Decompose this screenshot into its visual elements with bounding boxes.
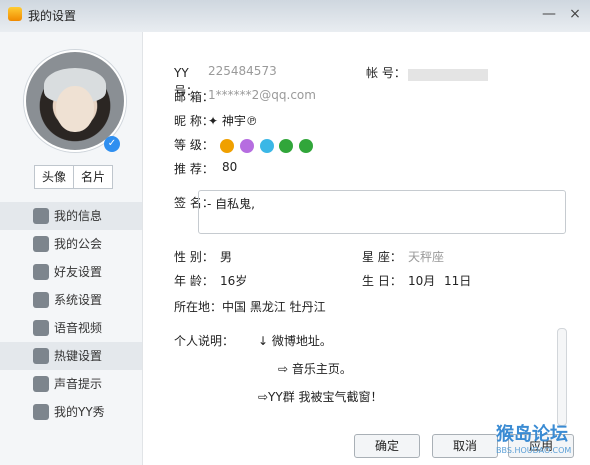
gear-icon [33, 292, 49, 308]
birthday-month: 10月 [408, 274, 436, 288]
watermark-logo: 猴岛论坛 [496, 424, 568, 445]
ok-button[interactable]: 确定 [354, 434, 420, 458]
id-card-icon [33, 208, 49, 224]
level-badges [220, 138, 315, 153]
age-label: 年 龄： [174, 274, 214, 288]
description-line: ↓ 微博地址。 [258, 334, 332, 348]
account-value-mask [408, 67, 488, 81]
profile-panel: YY 号： 225484573 帐 号： 邮 箱： 1******2@qq.co… [142, 32, 590, 465]
account-label: 帐 号： [366, 66, 406, 80]
sidebar-item-my-info[interactable]: 我的信息 [0, 202, 142, 230]
close-button[interactable]: × [566, 6, 584, 22]
settings-menu: 我的信息 我的公会 好友设置 系统设置 语音视频 热键设置 声音提示 我的YY秀 [0, 202, 142, 426]
signature-field[interactable]: - 自私鬼, [198, 190, 566, 234]
shield-badge-icon [239, 138, 254, 153]
birthday-day: 11日 [444, 274, 472, 288]
location-label: 所在地： [174, 300, 223, 314]
description-label: 个人说明： [174, 334, 235, 348]
flag-icon [33, 236, 49, 252]
mic-icon [33, 320, 49, 336]
cancel-button[interactable]: 取消 [432, 434, 498, 458]
star-label: 星 座： [362, 250, 402, 264]
diamond-icon [259, 138, 274, 153]
level-label: 等 级： [174, 138, 214, 152]
music-note-icon [33, 376, 49, 392]
sidebar-item-hotkeys[interactable]: 热键设置 [0, 342, 142, 370]
window-title: 我的设置 [28, 9, 77, 23]
avatar-card-tabs: 头像 名片 [34, 165, 113, 189]
tab-avatar[interactable]: 头像 [35, 166, 74, 188]
gender-value: 男 [220, 250, 233, 264]
location-value: 中国 黑龙江 牡丹江 [222, 300, 326, 314]
watermark-url: BBS.HOUDAO.COM [496, 446, 572, 455]
app-icon [8, 7, 22, 21]
description-scrollbar[interactable] [557, 328, 567, 426]
star-value: 天秤座 [408, 250, 445, 264]
description-line: ⇨YY群 我被宝气截窗！ [258, 390, 383, 404]
sidebar-item-system[interactable]: 系统设置 [0, 286, 142, 314]
gender-label: 性 别： [174, 250, 214, 264]
sidebar-item-yy-show[interactable]: 我的YY秀 [0, 398, 142, 426]
sidebar: ✓ 头像 名片 我的信息 我的公会 好友设置 系统设置 语音视频 热键设置 声音… [0, 32, 143, 465]
recommend-label: 推 荐： [174, 162, 214, 176]
shirt-icon [33, 404, 49, 420]
yy-value: 225484573 [208, 64, 277, 78]
recommend-value: 80 [222, 160, 238, 174]
birthday-label: 生 日： [362, 274, 402, 288]
nickname-value: ✦ 神宇℗ [208, 114, 258, 128]
leaf-icon [279, 138, 294, 153]
crown-icon [220, 138, 234, 153]
tab-card[interactable]: 名片 [74, 166, 112, 188]
friends-icon [33, 264, 49, 280]
keyboard-icon [33, 348, 49, 364]
sidebar-item-sound[interactable]: 声音提示 [0, 370, 142, 398]
email-value: 1******2@qq.com [208, 88, 316, 102]
title-bar: 我的设置 — × [0, 0, 590, 32]
age-value: 16岁 [220, 274, 248, 288]
sidebar-item-friends[interactable]: 好友设置 [0, 258, 142, 286]
avatar-face [56, 86, 94, 132]
verified-icon: ✓ [104, 136, 120, 152]
sidebar-item-voice-video[interactable]: 语音视频 [0, 314, 142, 342]
description-line: ⇨ 音乐主页。 [278, 362, 352, 376]
minimize-button[interactable]: — [540, 6, 558, 22]
sidebar-item-guild[interactable]: 我的公会 [0, 230, 142, 258]
leaf-icon [299, 138, 314, 153]
